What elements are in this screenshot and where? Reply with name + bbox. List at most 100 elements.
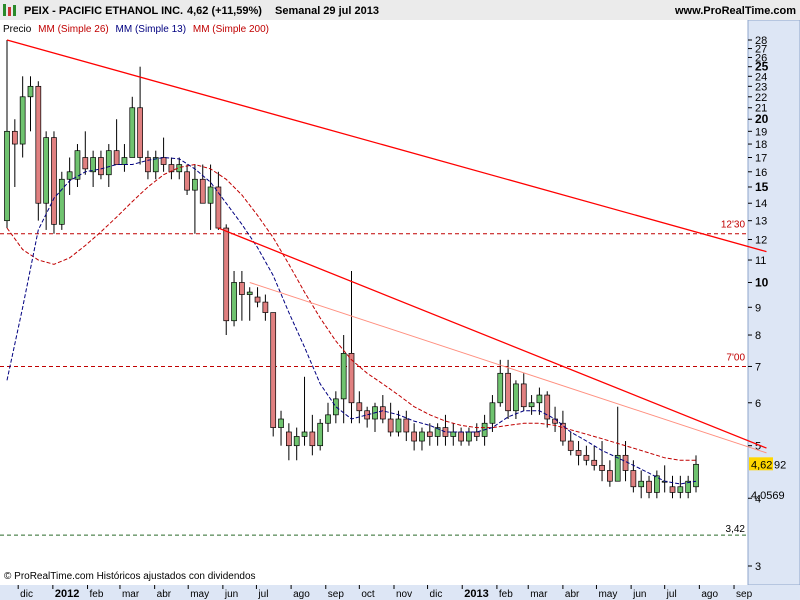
- date-tick-label: abr: [565, 589, 580, 600]
- candle-body: [364, 410, 371, 420]
- legend-mm200: MM (Simple 200): [193, 24, 269, 35]
- date-tick-label: ago: [293, 589, 310, 600]
- date-tick-label: may: [598, 589, 617, 600]
- candle-body: [607, 470, 613, 482]
- candle-body: [137, 107, 143, 158]
- candle-body: [560, 422, 566, 442]
- candle-body: [246, 291, 253, 295]
- candle-body: [387, 418, 394, 433]
- date-tick-label: 2013: [464, 588, 488, 600]
- candle-body: [528, 402, 535, 408]
- candle-body: [309, 431, 316, 447]
- candle-body: [262, 301, 269, 313]
- candle-body: [98, 157, 104, 176]
- candle-body: [544, 394, 551, 420]
- candle-body: [66, 171, 73, 180]
- candle-body: [630, 470, 637, 488]
- candle-body: [411, 431, 417, 442]
- candle-body: [293, 436, 300, 447]
- mm-last-value-label: 4,0569: [751, 490, 785, 502]
- chart-container: PEIX - PACIFIC ETHANOL INC. 4,62 (+11,59…: [0, 0, 800, 600]
- candle-body: [254, 296, 261, 303]
- candle-body: [356, 402, 363, 412]
- date-tick-label: feb: [90, 589, 104, 600]
- candle-body: [332, 398, 339, 416]
- candle-body: [442, 427, 449, 437]
- candle-body: [552, 418, 558, 424]
- date-tick-label: sep: [736, 589, 753, 600]
- candle-body: [599, 464, 605, 471]
- candle-body: [638, 480, 645, 488]
- date-tick-label: sep: [328, 589, 345, 600]
- candle-body: [4, 130, 10, 222]
- candle-body: [35, 85, 42, 204]
- candle-body: [43, 137, 49, 204]
- candle-body: [278, 418, 284, 428]
- date-tick-label: jul: [257, 589, 268, 600]
- date-tick-label: ago: [701, 589, 718, 600]
- candle-body: [51, 137, 57, 225]
- symbol-title: PEIX - PACIFIC ETHANOL INC.: [24, 5, 183, 17]
- candle-body: [450, 431, 457, 437]
- price-tick-label: 28: [755, 35, 767, 47]
- candlestick-chart: PEIX - PACIFIC ETHANOL INC. 4,62 (+11,59…: [0, 0, 800, 600]
- candle-body: [591, 459, 598, 466]
- price-tick-label: 10: [755, 275, 769, 289]
- legend-mm13: MM (Simple 13): [116, 24, 187, 35]
- price-tick-label: 15: [755, 180, 769, 194]
- candle-body: [646, 480, 652, 493]
- date-tick-label: oct: [361, 589, 375, 600]
- candle-body: [403, 418, 410, 433]
- candle-body: [567, 440, 574, 451]
- price-tick-label: 6: [755, 398, 761, 410]
- price-tick-label: 8: [755, 330, 761, 342]
- candle-body: [184, 171, 190, 191]
- candle-body: [466, 431, 472, 442]
- price-tick-label: 13: [755, 216, 767, 228]
- date-tick-label: abr: [157, 589, 172, 600]
- candle-body: [489, 402, 496, 424]
- candle-body: [207, 186, 214, 204]
- last-price-partial: 92: [774, 459, 786, 471]
- candle-body: [27, 85, 34, 98]
- price-tick-label: 22: [755, 92, 767, 104]
- date-tick-label: mar: [122, 589, 140, 600]
- date-tick-label: dic: [20, 589, 33, 600]
- candle-body: [11, 130, 18, 145]
- candle-body: [426, 431, 433, 437]
- candle-body: [583, 454, 590, 461]
- candle-body: [497, 372, 504, 404]
- candle-body: [58, 178, 65, 225]
- candle-body: [379, 406, 386, 420]
- candle-body: [199, 178, 206, 204]
- site-link[interactable]: www.ProRealTime.com: [674, 5, 796, 17]
- level-label: 7'00: [726, 352, 745, 363]
- candle-body: [693, 463, 699, 488]
- candle-body: [340, 353, 347, 400]
- legend-mm26: MM (Simple 26): [38, 24, 109, 35]
- candle-body: [301, 431, 308, 437]
- legend-price: Precio: [3, 24, 32, 35]
- copyright-footer: © ProRealTime.com Históricos ajustados c…: [4, 571, 256, 582]
- candle-body: [614, 454, 621, 482]
- price-tick-label: 19: [755, 126, 767, 138]
- period-label: Semanal 29 jul 2013: [275, 5, 379, 17]
- candle-body: [192, 178, 198, 191]
- level-label: 3,42: [726, 524, 746, 535]
- price-tick-label: 11: [755, 255, 766, 267]
- candle-body: [239, 282, 245, 295]
- indicator-legend: Precio MM (Simple 26) MM (Simple 13) MM …: [3, 24, 269, 35]
- plot-area: [0, 20, 748, 585]
- date-tick-label: jun: [224, 589, 238, 600]
- price-tick-label: 18: [755, 139, 767, 151]
- price-tick-label: 16: [755, 167, 767, 179]
- price-change: 4,62 (+11,59%): [187, 5, 262, 17]
- candle-body: [458, 431, 464, 442]
- date-tick-label: may: [190, 589, 209, 600]
- candle-body: [286, 431, 292, 447]
- candle-body: [419, 431, 425, 442]
- candle-body: [19, 96, 26, 145]
- price-tick-label: 3: [755, 561, 761, 573]
- date-tick-label: jul: [666, 589, 677, 600]
- date-tick-label: feb: [499, 589, 513, 600]
